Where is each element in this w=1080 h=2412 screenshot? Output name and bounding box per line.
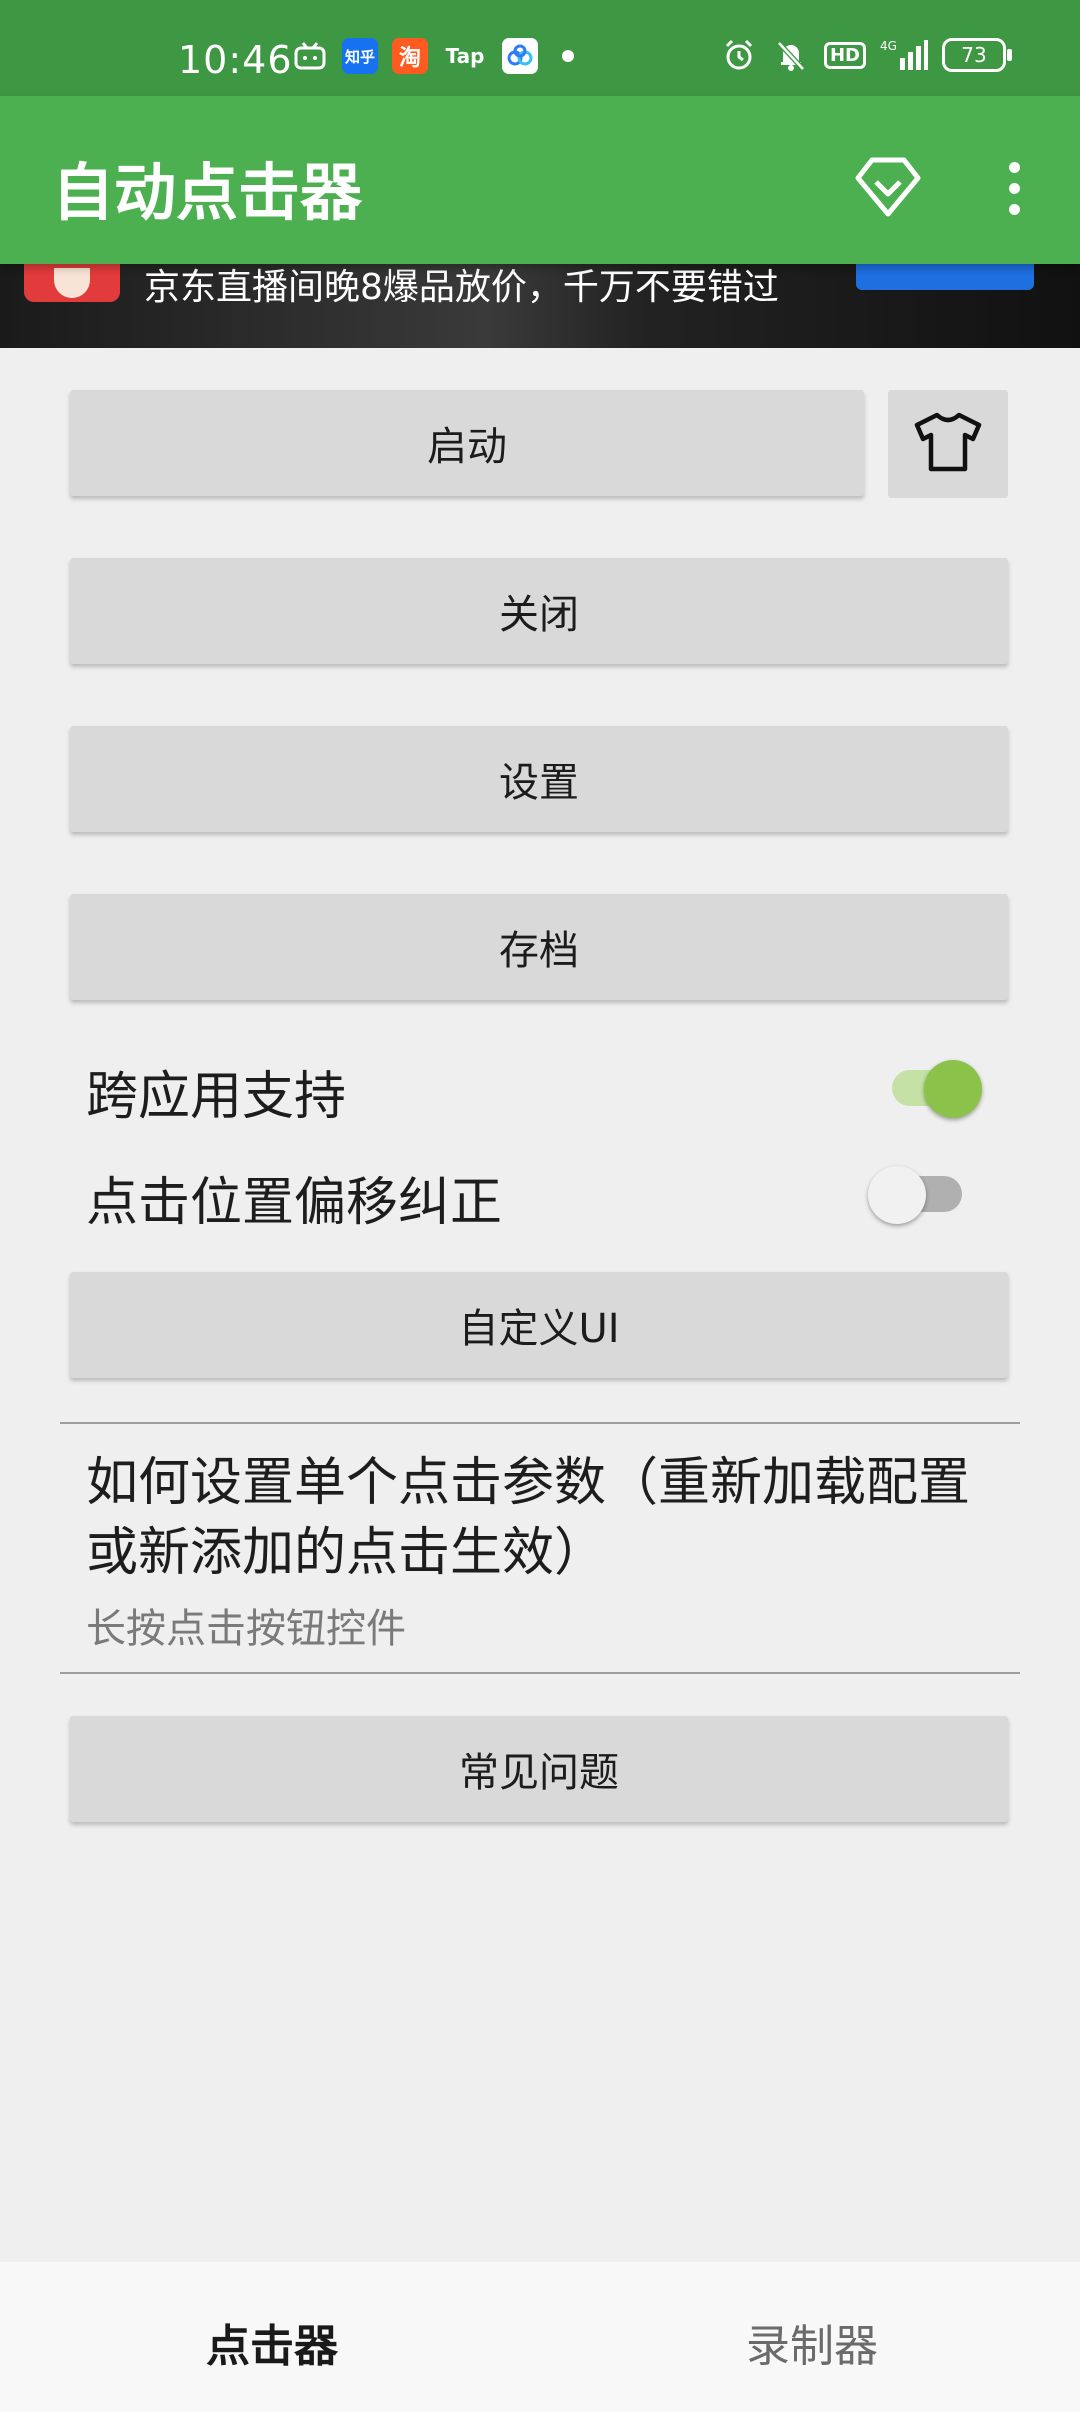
battery-icon: 73 [942, 38, 1012, 72]
tab-recorder[interactable]: 录制器 [746, 2310, 878, 2374]
archive-button[interactable]: 存档 [70, 894, 1008, 1000]
diamond-icon[interactable] [850, 148, 926, 224]
baidu-netdisk-icon [502, 38, 538, 74]
close-button[interactable]: 关闭 [70, 558, 1008, 664]
start-button[interactable]: 启动 [70, 390, 864, 496]
status-right: HD 4G 73 [720, 36, 1012, 74]
status-bar: 10:46 知乎 淘 Tap HD 4G 73 [0, 0, 1080, 96]
divider [60, 1422, 1020, 1424]
cross-app-label: 跨应用支持 [86, 1067, 347, 1127]
offset-correction-switch[interactable] [868, 1158, 962, 1224]
bilibili-icon [292, 38, 328, 74]
skin-button[interactable] [888, 390, 1008, 498]
help-subtitle: 长按点击按钮控件 [86, 1606, 406, 1652]
offset-correction-label: 点击位置偏移纠正 [86, 1173, 503, 1233]
zhihu-icon: 知乎 [342, 38, 378, 74]
mute-bell-icon [772, 36, 810, 74]
custom-ui-button[interactable]: 自定义UI [70, 1272, 1008, 1378]
hd-badge: HD [823, 41, 866, 69]
ad-banner[interactable]: 京东直播间晚8爆品放价，千万不要错过 [0, 264, 1080, 348]
ad-text: 京东直播间晚8爆品放价，千万不要错过 [144, 267, 779, 308]
app-bar: 自动点击器 [0, 96, 1080, 264]
notification-dot-icon [562, 50, 574, 62]
help-title[interactable]: 如何设置单个点击参数（重新加载配置或新添加的点击生效） [86, 1448, 1016, 1588]
faq-button[interactable]: 常见问题 [70, 1716, 1008, 1822]
tab-clicker[interactable]: 点击器 [206, 2310, 338, 2374]
settings-button[interactable]: 设置 [70, 726, 1008, 832]
ad-avatar [24, 264, 120, 302]
app-title: 自动点击器 [52, 156, 363, 229]
status-app-icons: 知乎 淘 Tap [292, 38, 574, 74]
status-time: 10:46 [178, 38, 293, 82]
tshirt-icon [913, 411, 983, 477]
cross-app-switch[interactable] [888, 1052, 982, 1118]
ad-action-button[interactable] [856, 264, 1034, 290]
taobao-icon: 淘 [392, 38, 428, 74]
taptap-icon: Tap [445, 44, 485, 68]
more-vert-icon[interactable] [990, 150, 1038, 226]
signal-icon: 4G [880, 36, 928, 74]
alarm-icon [720, 36, 758, 74]
divider [60, 1672, 1020, 1674]
bottom-nav: 点击器 录制器 [0, 2262, 1080, 2412]
svg-text:4G: 4G [880, 39, 897, 53]
